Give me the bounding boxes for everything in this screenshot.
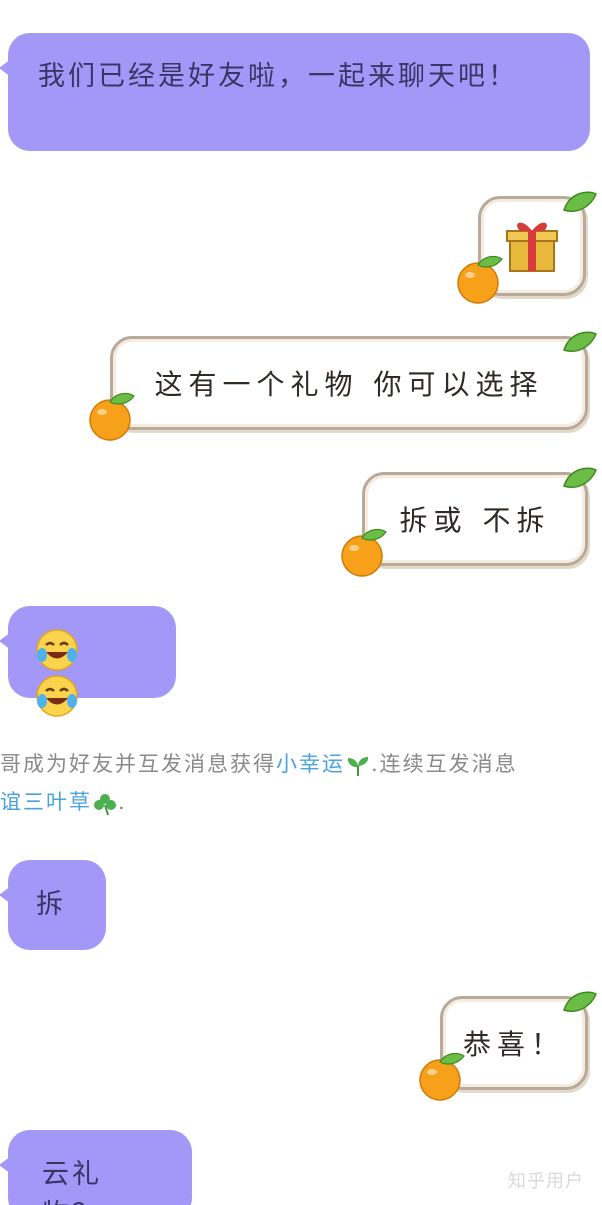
message-text: 拆或 不拆 xyxy=(399,504,551,537)
gift-box-icon xyxy=(506,222,558,272)
tears-of-joy-emoji-icon xyxy=(36,675,78,717)
message-bubble-right[interactable]: 拆或 不拆 xyxy=(362,472,588,566)
message-text: 拆 xyxy=(36,889,66,920)
chat-screen: 我们已经是好友啦，一起来聊天吧！ 这有一个礼物 你可以选择 拆或 不拆 哥成为好… xyxy=(0,0,602,1205)
system-notice-line: 哥成为好友并互发消息获得小幸运 .连续互发消息 xyxy=(0,752,518,776)
system-notice-line: 谊三叶草. xyxy=(0,790,127,815)
orange-icon xyxy=(89,392,135,441)
clover-link[interactable]: 谊三叶草 xyxy=(0,790,92,814)
message-bubble-left[interactable]: 云礼物？ xyxy=(0,1130,192,1205)
orange-icon xyxy=(341,528,387,577)
lucky-sprout-link[interactable]: 小幸运 xyxy=(276,752,345,776)
sprout-icon xyxy=(347,756,369,776)
leaf-icon xyxy=(563,991,597,1012)
leaf-icon xyxy=(563,331,597,352)
message-bubble-right[interactable]: 这有一个礼物 你可以选择 xyxy=(110,336,588,430)
orange-icon xyxy=(457,255,503,304)
message-bubble-left[interactable]: 拆 xyxy=(0,860,106,950)
message-bubble-left[interactable]: 我们已经是好友啦，一起来聊天吧！ xyxy=(0,33,590,151)
tears-of-joy-emoji-icon xyxy=(36,629,78,671)
message-text: 我们已经是好友啦，一起来聊天吧！ xyxy=(38,61,518,92)
clover-icon xyxy=(94,793,116,815)
leaf-icon xyxy=(563,191,597,212)
message-text: 这有一个礼物 你可以选择 xyxy=(154,368,544,401)
orange-icon xyxy=(419,1052,465,1101)
watermark: 知乎用户 xyxy=(508,1171,584,1192)
emoji-bubble[interactable] xyxy=(0,606,176,717)
message-text: 恭喜！ xyxy=(462,1028,565,1061)
message-text: 云礼物？ xyxy=(42,1159,102,1205)
leaf-icon xyxy=(563,467,597,488)
